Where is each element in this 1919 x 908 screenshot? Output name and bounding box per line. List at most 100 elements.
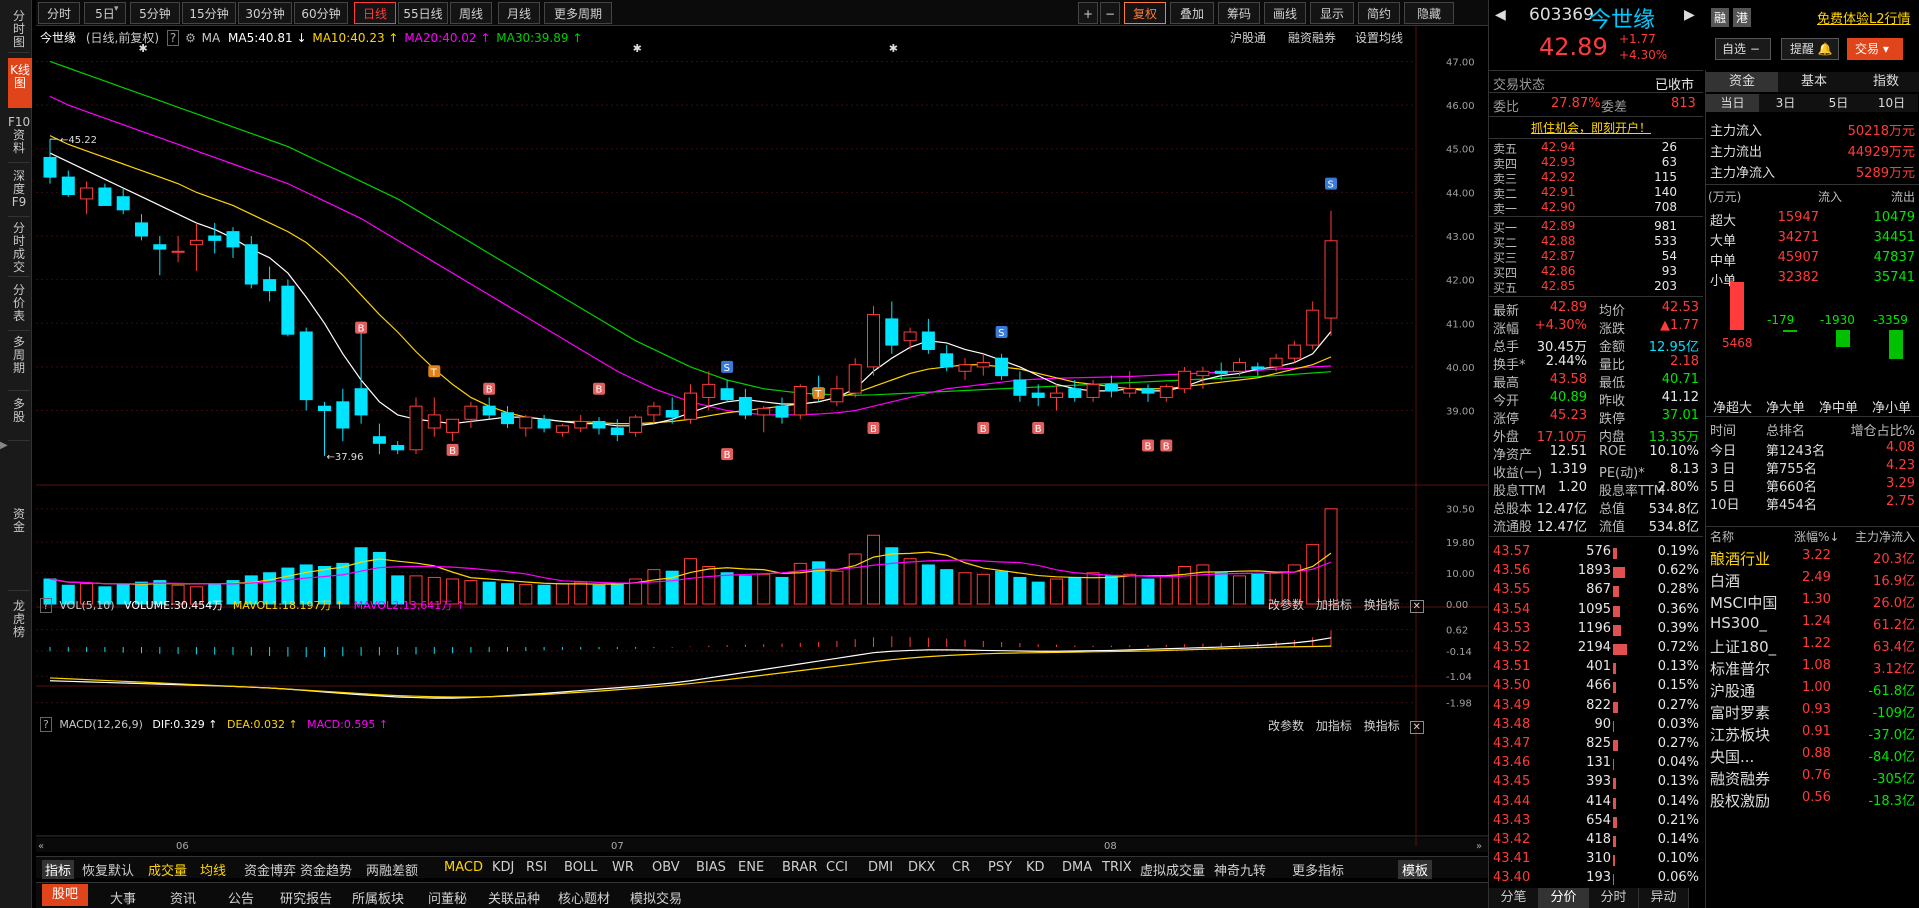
add-indicator-link[interactable]: 加指标 [1316,719,1352,733]
switch-indicator-link[interactable]: 换指标 [1364,719,1400,733]
rail-item-f10[interactable]: F10资料 [8,116,30,156]
indicator-tab-27[interactable]: 模板 [1398,860,1433,879]
indicator-tab-7[interactable]: MACD [444,860,483,875]
period-tab-15min[interactable]: 15分钟 [182,2,236,24]
watchlist-dropdown[interactable]: 自选 − [1715,38,1771,60]
bottom-tab-3[interactable]: 公告 [228,888,254,907]
overlay-dropdown[interactable]: 叠加 [1170,2,1214,24]
indicator-tab-13[interactable]: BIAS [696,860,726,875]
simple-button[interactable]: 简约 [1358,2,1400,24]
prev-stock-icon[interactable]: ◀ [1495,7,1506,23]
period-tab-monthly[interactable]: 月线 [498,2,540,24]
display-dropdown[interactable]: 显示 [1310,2,1354,24]
edit-params-link[interactable]: 改参数 [1268,598,1304,612]
help-icon[interactable]: ? [40,717,52,732]
rail-item-timeshare[interactable]: 分时图 [8,10,30,49]
indicator-tab-6[interactable]: 两融差额 [366,860,418,879]
link-margin[interactable]: 融资融券 [1288,29,1336,46]
chips-button[interactable]: 筹码 [1218,2,1260,24]
link-hsgt[interactable]: 沪股通 [1230,29,1266,46]
indicator-tab-11[interactable]: WR [612,860,634,875]
indicator-tab-19[interactable]: CR [952,860,970,875]
indicator-tab-4[interactable]: 资金博弈 [244,860,296,879]
close-icon[interactable]: ✕ [1409,721,1424,734]
period-tab-timeshare[interactable]: 分时 [38,2,80,24]
depth-tab-2[interactable]: 分时 [1589,888,1639,908]
indicator-tab-23[interactable]: TRIX [1102,860,1132,875]
indicator-tab-2[interactable]: 成交量 [148,860,187,879]
period-tab-5day[interactable]: 5日 [84,2,126,24]
fund-subtab-1[interactable]: 3日 [1759,94,1812,112]
indicator-tab-12[interactable]: OBV [652,860,680,875]
indicator-tab-16[interactable]: CCI [826,860,848,875]
period-tab-60min[interactable]: 60分钟 [294,2,348,24]
indicator-tab-3[interactable]: 均线 [200,860,226,879]
rail-item-depth[interactable]: 深度F9 [8,170,30,210]
indicator-tab-22[interactable]: DMA [1062,860,1092,875]
indicator-tab-26[interactable]: 更多指标 [1292,860,1344,879]
adjust-dropdown[interactable]: 复权 [1124,2,1166,24]
rail-item-kline[interactable]: K线图 [8,58,32,108]
indicator-tab-10[interactable]: BOLL [564,860,597,875]
edit-params-link[interactable]: 改参数 [1268,719,1304,733]
add-indicator-link[interactable]: 加指标 [1316,598,1352,612]
rail-item-trades[interactable]: 分时成交 [8,222,30,274]
indicator-tab-0[interactable]: 指标 [42,860,75,879]
fund-subtab-2[interactable]: 5日 [1812,94,1865,112]
period-tab-weekly[interactable]: 周线 [450,2,492,24]
indicator-tab-1[interactable]: 恢复默认 [82,860,134,879]
next-stock-icon[interactable]: ▶ [1684,7,1695,23]
zoom-out-button[interactable]: − [1100,2,1120,24]
gear-icon[interactable]: ⚙ [185,31,196,45]
rail-item-funds[interactable]: 资金 [8,508,30,548]
depth-tab-0[interactable]: 分笔 [1489,888,1539,908]
fund-subtab-0[interactable]: 当日 [1706,94,1759,112]
fund-subtab-3[interactable]: 10日 [1865,94,1918,112]
bottom-tab-6[interactable]: 问董秘 [428,888,467,907]
switch-indicator-link[interactable]: 换指标 [1364,598,1400,612]
period-tab-5min[interactable]: 5分钟 [130,2,180,24]
help-icon[interactable]: ? [40,598,52,613]
bottom-tab-8[interactable]: 核心题材 [558,888,610,907]
indicator-tab-25[interactable]: 神奇九转 [1214,860,1266,879]
rail-item-multi-stock[interactable]: 多股 [8,398,30,432]
rail-item-multi-period[interactable]: 多周期 [8,336,30,384]
rail-item-price-table[interactable]: 分价表 [8,284,30,324]
alert-button[interactable]: 提醒 🔔 [1781,38,1839,60]
indicator-tab-5[interactable]: 资金趋势 [300,860,352,879]
indicator-tab-9[interactable]: RSI [526,860,547,875]
bottom-tab-5[interactable]: 所属板块 [352,888,404,907]
help-icon[interactable]: ? [166,30,180,46]
period-tab-daily[interactable]: 日线 [354,2,396,24]
indicator-tab-18[interactable]: DKX [908,860,935,875]
bottom-tab-4[interactable]: 研究报告 [280,888,332,907]
depth-tab-1[interactable]: 分价 [1539,888,1589,908]
hide-button[interactable]: 隐藏 [1404,2,1454,24]
zoom-in-button[interactable]: + [1078,2,1098,24]
depth-tab-3[interactable]: 异动 [1639,888,1689,908]
draw-line-button[interactable]: 画线 [1264,2,1306,24]
period-more-dropdown[interactable]: 更多周期 [544,2,612,24]
fund-tab-0[interactable]: 资金 [1706,72,1778,92]
indicator-tab-24[interactable]: 虚拟成交量 [1140,860,1205,879]
rail-item-dragon-tiger[interactable]: 龙虎榜 [8,600,30,650]
bottom-tab-1[interactable]: 大事 [110,888,136,907]
fund-tab-1[interactable]: 基本 [1778,72,1850,92]
l2-promo-link[interactable]: 免费体验L2行情 [1817,8,1911,27]
bottom-tab-2[interactable]: 资讯 [170,888,196,907]
bottom-tab-7[interactable]: 关联品种 [488,888,540,907]
indicator-tab-21[interactable]: KD [1026,860,1045,875]
bottom-tab-0[interactable]: 股吧 [42,884,89,906]
trade-button[interactable]: 交易 ▾ [1847,38,1903,60]
bottom-tab-9[interactable]: 模拟交易 [630,888,682,907]
close-icon[interactable]: ✕ [1409,600,1424,613]
indicator-tab-8[interactable]: KDJ [492,860,514,875]
open-account-ad[interactable]: 抓住机会，即刻开户！ [1531,119,1651,136]
period-tab-30min[interactable]: 30分钟 [238,2,292,24]
indicator-tab-14[interactable]: ENE [738,860,764,875]
ma-settings-link[interactable]: 设置均线 [1355,29,1403,46]
indicator-tab-15[interactable]: BRAR [782,860,817,875]
period-tab-55day[interactable]: 55日线 [398,2,448,24]
indicator-tab-20[interactable]: PSY [988,860,1012,875]
indicator-tab-17[interactable]: DMI [868,860,893,875]
